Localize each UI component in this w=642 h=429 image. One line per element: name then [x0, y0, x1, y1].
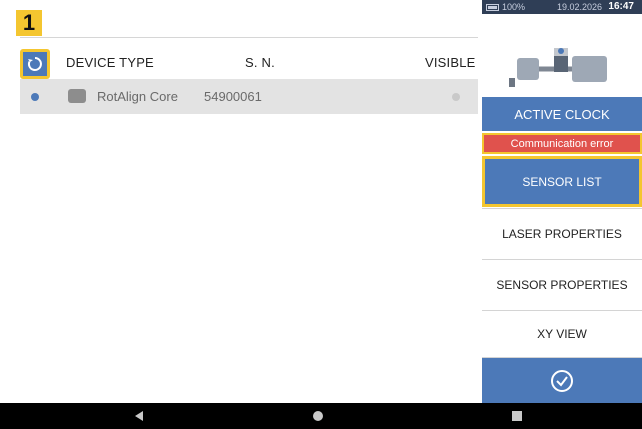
device-serial: 54900061 — [204, 89, 262, 104]
android-nav-bar — [0, 403, 642, 429]
device-icon — [68, 89, 86, 103]
table-row[interactable]: RotAlign Core 54900061 — [20, 79, 478, 114]
sensor-list-button[interactable]: SENSOR LIST — [482, 156, 642, 207]
status-date: 19.02.2026 — [557, 2, 603, 12]
row-radio[interactable] — [31, 93, 39, 101]
sensor-table-area: 1 DEVICE TYPE S. N. VISIBLE RotAlign Cor… — [0, 0, 478, 403]
column-header-device-type: DEVICE TYPE — [66, 55, 154, 70]
home-icon[interactable] — [313, 411, 323, 421]
battery-icon — [486, 4, 499, 11]
column-header-serial: S. N. — [245, 55, 275, 70]
laser-properties-button[interactable]: LASER PROPERTIES — [482, 208, 642, 259]
screen: 1 DEVICE TYPE S. N. VISIBLE RotAlign Cor… — [0, 0, 642, 429]
active-clock-button[interactable]: ACTIVE CLOCK — [482, 97, 642, 131]
refresh-icon — [27, 57, 42, 71]
xy-view-button[interactable]: XY VIEW — [482, 310, 642, 358]
battery-percent: 100% — [502, 2, 526, 12]
check-circle-icon — [551, 369, 573, 392]
step-badge: 1 — [16, 10, 42, 36]
status-time: 16:47 — [608, 1, 634, 12]
visible-indicator[interactable] — [452, 93, 460, 101]
sensor-properties-button[interactable]: SENSOR PROPERTIES — [482, 259, 642, 310]
machine-graphic[interactable] — [482, 14, 642, 97]
machine-icon — [509, 48, 607, 87]
confirm-button[interactable] — [482, 358, 642, 403]
header-divider — [20, 37, 478, 38]
status-bar: 100% 19.02.2026 16:47 — [482, 0, 642, 14]
refresh-button[interactable] — [20, 49, 50, 79]
communication-error-banner: Communication error — [482, 133, 642, 154]
recent-apps-icon[interactable] — [512, 411, 522, 421]
column-header-visible: VISIBLE — [425, 55, 476, 70]
device-name: RotAlign Core — [97, 89, 178, 104]
right-panel: 100% 19.02.2026 16:47 ACTIVE CLOCK Commu… — [482, 0, 642, 403]
back-icon[interactable] — [135, 411, 143, 421]
